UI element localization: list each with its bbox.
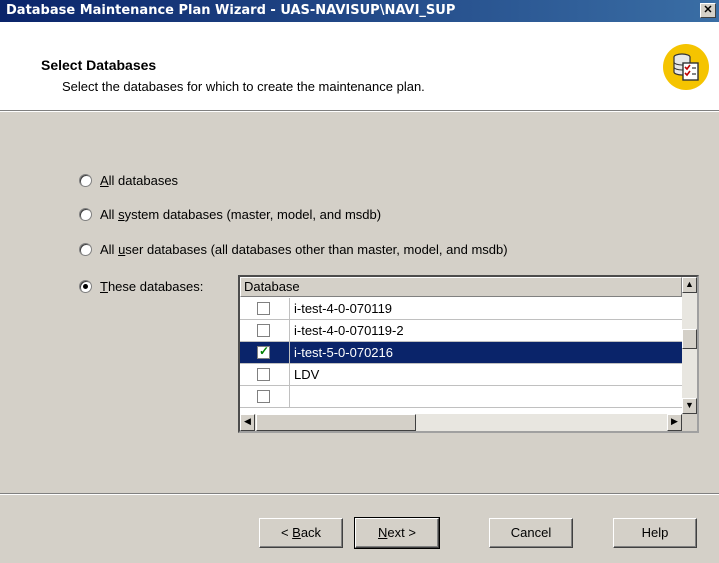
scroll-right-button[interactable]: ▶ xyxy=(667,414,682,431)
title-bar: Database Maintenance Plan Wizard - UAS-N… xyxy=(0,0,719,22)
list-item[interactable]: i-test-4-0-070119 xyxy=(240,298,682,320)
vertical-scrollbar[interactable]: ▲ ▼ xyxy=(682,277,697,414)
cancel-button[interactable]: Cancel xyxy=(489,518,573,548)
header-divider xyxy=(0,111,719,112)
database-name: i-test-4-0-070119-2 xyxy=(294,323,404,338)
list-item[interactable]: LDV xyxy=(240,364,682,386)
horizontal-scrollbar[interactable]: ◀ ▶ xyxy=(240,414,682,431)
next-button[interactable]: Next > xyxy=(354,517,440,549)
database-name: i-test-4-0-070119 xyxy=(294,301,393,316)
radio-button[interactable] xyxy=(79,243,92,256)
vertical-scroll-thumb[interactable] xyxy=(682,329,697,349)
checkbox-cell xyxy=(240,320,290,342)
checkbox-cell xyxy=(240,298,290,320)
checkbox[interactable] xyxy=(257,324,270,337)
database-checklist-icon xyxy=(663,44,709,90)
option-label: All system databases (master, model, and… xyxy=(100,207,382,222)
checkbox[interactable] xyxy=(257,368,270,381)
wizard-header: Select Databases Select the databases fo… xyxy=(0,22,719,111)
page-heading: Select Databases xyxy=(41,57,157,73)
database-name: LDV xyxy=(294,367,320,382)
radio-button[interactable] xyxy=(79,174,92,187)
list-item[interactable] xyxy=(240,386,682,408)
option-label: All user databases (all databases other … xyxy=(100,242,508,257)
scroll-left-button[interactable]: ◀ xyxy=(240,414,255,431)
option-all-user-databases[interactable]: All user databases (all databases other … xyxy=(79,242,508,257)
page-subheading: Select the databases for which to create… xyxy=(62,79,425,94)
database-list[interactable]: Database i-test-4-0-070119 i-test-4-0-07… xyxy=(238,275,699,433)
checkbox-cell xyxy=(240,386,290,408)
option-label: These databases: xyxy=(100,279,204,294)
footer-separator xyxy=(0,493,719,495)
checkbox-cell xyxy=(240,342,290,364)
option-all-system-databases[interactable]: All system databases (master, model, and… xyxy=(79,207,381,222)
database-name: i-test-5-0-070216 xyxy=(294,345,393,360)
horizontal-scroll-thumb[interactable] xyxy=(256,414,416,431)
radio-button[interactable] xyxy=(79,280,92,293)
option-label: All databases xyxy=(100,173,179,188)
option-all-databases[interactable]: All databases xyxy=(79,173,178,188)
checkbox-cell xyxy=(240,364,290,386)
radio-button[interactable] xyxy=(79,208,92,221)
scrollbar-corner xyxy=(682,414,697,431)
list-item[interactable]: i-test-4-0-070119-2 xyxy=(240,320,682,342)
column-header-database[interactable]: Database xyxy=(240,277,682,297)
checkbox[interactable] xyxy=(257,344,270,359)
back-button[interactable]: < Back xyxy=(259,518,343,548)
close-button[interactable]: ✕ xyxy=(700,3,716,18)
scroll-down-button[interactable]: ▼ xyxy=(682,398,697,414)
list-item[interactable]: i-test-5-0-070216 xyxy=(240,342,682,364)
checkbox[interactable] xyxy=(257,302,270,315)
scroll-up-button[interactable]: ▲ xyxy=(682,277,697,293)
window-title: Database Maintenance Plan Wizard - UAS-N… xyxy=(6,3,456,18)
checkbox[interactable] xyxy=(257,390,270,403)
help-button[interactable]: Help xyxy=(613,518,697,548)
database-rows: i-test-4-0-070119 i-test-4-0-070119-2 i-… xyxy=(240,298,682,410)
option-these-databases[interactable]: These databases: xyxy=(79,279,203,294)
